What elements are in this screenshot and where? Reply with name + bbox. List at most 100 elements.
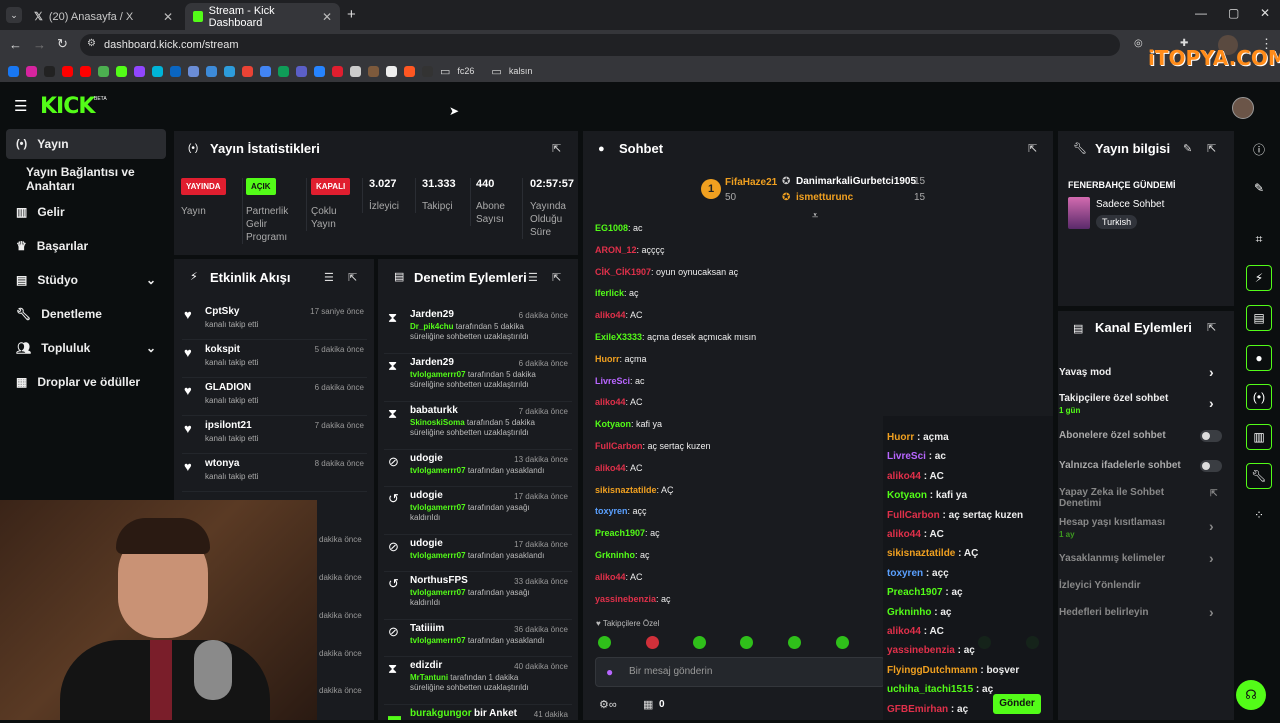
extension-icon[interactable]: ◎ bbox=[1134, 38, 1143, 49]
chat-username[interactable]: FullCarbon bbox=[595, 441, 643, 451]
kick-icon[interactable] bbox=[116, 65, 127, 77]
channel-action-redirect[interactable]: İzleyici Yönlendir bbox=[1059, 580, 1234, 591]
sidebar-item-gelir[interactable]: ▥ Gelir bbox=[6, 197, 166, 227]
chat-username[interactable]: toxyren bbox=[595, 506, 628, 516]
chat-input[interactable]: ● Bir mesaj gönderin bbox=[595, 657, 885, 687]
expand-icon[interactable]: ⇱ bbox=[552, 271, 561, 284]
gift-icon[interactable]: ▦ bbox=[643, 698, 653, 711]
emote-icon[interactable] bbox=[646, 636, 659, 649]
support-icon[interactable]: ☊ bbox=[1236, 680, 1266, 710]
chevron-right-icon[interactable]: › bbox=[1209, 395, 1214, 411]
tab-kick[interactable]: Stream - Kick Dashboard ✕ bbox=[185, 3, 340, 30]
minimize-icon[interactable]: — bbox=[1195, 6, 1207, 20]
kick-logo[interactable]: KICK bbox=[40, 94, 95, 119]
chat-username[interactable]: yassinebenzia bbox=[595, 594, 656, 604]
chat-username[interactable]: sikisnaztatilde bbox=[595, 485, 657, 495]
chat-username[interactable]: ExileX3333 bbox=[595, 332, 642, 342]
scan-icon[interactable]: ⌗ bbox=[1246, 226, 1272, 252]
collapse-icon[interactable]: ⩡ bbox=[812, 210, 818, 223]
linkedin-icon[interactable] bbox=[170, 65, 181, 77]
emote-icon[interactable] bbox=[693, 636, 706, 649]
chat-username[interactable]: ARON_12 bbox=[595, 245, 637, 255]
mod-actor[interactable]: tvlolgamerrr07 bbox=[410, 588, 466, 597]
layout-icon[interactable]: ▥ bbox=[1246, 424, 1272, 450]
event-user[interactable]: ipsilont21 bbox=[205, 420, 252, 431]
back-icon[interactable]: ← bbox=[9, 37, 22, 52]
send-button[interactable]: Gönder bbox=[993, 694, 1041, 714]
mod-target[interactable]: NorthusFPS bbox=[410, 575, 468, 586]
channel-action-banned-words[interactable]: Yasaklanmış kelimeler › bbox=[1059, 550, 1234, 566]
channel-action-ai-moderation[interactable]: Yapay Zeka ile Sohbet Denetimi ⇱ bbox=[1059, 487, 1218, 509]
mod-actor[interactable]: MrTantuni bbox=[410, 673, 448, 682]
more-icon[interactable]: ⁘ bbox=[1246, 502, 1272, 528]
mod-actor[interactable]: tvlolgamerrr07 bbox=[410, 466, 466, 475]
chat-username[interactable]: Preach1907 bbox=[595, 528, 645, 538]
bookmark-icon[interactable] bbox=[206, 65, 217, 77]
chat-username[interactable]: iferlick bbox=[595, 288, 624, 298]
mod-target[interactable]: Jarden29 bbox=[410, 309, 454, 320]
youtube-icon[interactable] bbox=[80, 65, 91, 77]
edit-icon[interactable]: ✎ bbox=[1246, 175, 1272, 201]
microphone-icon[interactable]: ● bbox=[606, 665, 613, 679]
bookmark-icon[interactable] bbox=[152, 65, 163, 77]
tab-x[interactable]: 𝕏 (20) Anasayfa / X ✕ bbox=[26, 3, 181, 30]
site-info-icon[interactable]: ⚙ bbox=[87, 38, 96, 49]
channel-action-emote-only[interactable]: Yalnızca ifadelerle sohbet bbox=[1059, 460, 1234, 472]
emote-icon[interactable] bbox=[836, 636, 849, 649]
bookmark-icon[interactable] bbox=[224, 65, 235, 77]
emote-icon[interactable] bbox=[740, 636, 753, 649]
mod-target[interactable]: Tatiiiim bbox=[410, 623, 444, 634]
chat-username[interactable]: LivreSci bbox=[595, 376, 630, 386]
facebook-icon[interactable] bbox=[8, 65, 19, 77]
filter-icon[interactable]: ☰ bbox=[324, 271, 334, 284]
sheets-icon[interactable] bbox=[278, 65, 289, 77]
channel-action-slow-mode[interactable]: Yavaş mod › bbox=[1059, 364, 1234, 380]
bookmark-folder-fc26[interactable]: fc26 bbox=[457, 66, 474, 76]
chat-username[interactable]: aliko44 bbox=[595, 310, 626, 320]
bookmark-icon[interactable] bbox=[332, 65, 343, 77]
bolt-icon[interactable]: ⚡︎ bbox=[1246, 265, 1272, 291]
mod-target[interactable]: babaturkk bbox=[410, 405, 458, 416]
window-close-icon[interactable]: ✕ bbox=[1260, 6, 1270, 20]
event-user[interactable]: GLADION bbox=[205, 382, 251, 393]
docs-icon[interactable] bbox=[260, 65, 271, 77]
channel-action-subscribers-only[interactable]: Abonelere özel sohbet bbox=[1059, 430, 1234, 442]
chevron-down-icon[interactable]: ⌄ bbox=[146, 273, 156, 287]
chevron-right-icon[interactable]: › bbox=[1209, 604, 1214, 620]
bookmark-icon[interactable] bbox=[350, 65, 361, 77]
chat-username[interactable]: Kotyaon bbox=[595, 419, 631, 429]
mod-actor[interactable]: Dr_pik4chu bbox=[410, 322, 454, 331]
sidebar-item-stream-key[interactable]: Yayın Bağlantısı ve Anahtarı bbox=[6, 164, 176, 194]
event-user[interactable]: CptSky bbox=[205, 306, 239, 317]
chat-username[interactable]: aliko44 bbox=[595, 397, 626, 407]
chevron-down-icon[interactable]: ⌄ bbox=[146, 341, 156, 355]
bookmark-icon[interactable] bbox=[98, 65, 109, 77]
edit-icon[interactable]: ✎ bbox=[1183, 142, 1192, 155]
category-name[interactable]: Sadece Sohbet bbox=[1096, 199, 1164, 210]
mod-target[interactable]: burakgungor bbox=[410, 708, 472, 719]
bookmark-icon[interactable] bbox=[404, 65, 415, 77]
mod-actor[interactable]: SkinoskiSoma bbox=[410, 418, 465, 427]
chat-username[interactable]: Grkninho bbox=[595, 550, 635, 560]
chat-bubble-icon[interactable]: ● bbox=[1246, 345, 1272, 371]
gifter-name[interactable]: FifaHaze21 bbox=[725, 177, 777, 188]
channel-action-account-age[interactable]: Hesap yaşı kısıtlaması 1 ay › bbox=[1059, 517, 1234, 539]
mod-actor[interactable]: tvlolgamerrr07 bbox=[410, 370, 466, 379]
bookmark-icon[interactable] bbox=[368, 65, 379, 77]
chat-username[interactable]: EG1008 bbox=[595, 223, 628, 233]
settings-icon[interactable]: ⚙∞ bbox=[599, 698, 617, 711]
mod-actor[interactable]: tvlolgamerrr07 bbox=[410, 503, 466, 512]
chat-username[interactable]: aliko44 bbox=[595, 572, 626, 582]
tab-search-icon[interactable]: ⌄ bbox=[6, 7, 22, 23]
chevron-right-icon[interactable]: › bbox=[1209, 364, 1214, 380]
maximize-icon[interactable]: ▢ bbox=[1228, 6, 1239, 20]
toggle-switch[interactable] bbox=[1200, 430, 1222, 442]
bookmark-icon[interactable] bbox=[422, 65, 433, 77]
hamburger-menu-icon[interactable]: ☰ bbox=[14, 97, 27, 115]
sidebar-item-denetleme[interactable]: 🔧︎ Denetleme bbox=[6, 299, 166, 329]
forward-icon[interactable]: → bbox=[33, 37, 46, 52]
expand-icon[interactable]: ⇱ bbox=[348, 271, 357, 284]
event-user[interactable]: wtonya bbox=[205, 458, 239, 469]
bookmark-folder-kalsin[interactable]: kalsın bbox=[509, 66, 533, 76]
sidebar-item-basarilar[interactable]: ♛ Başarılar bbox=[6, 231, 166, 261]
